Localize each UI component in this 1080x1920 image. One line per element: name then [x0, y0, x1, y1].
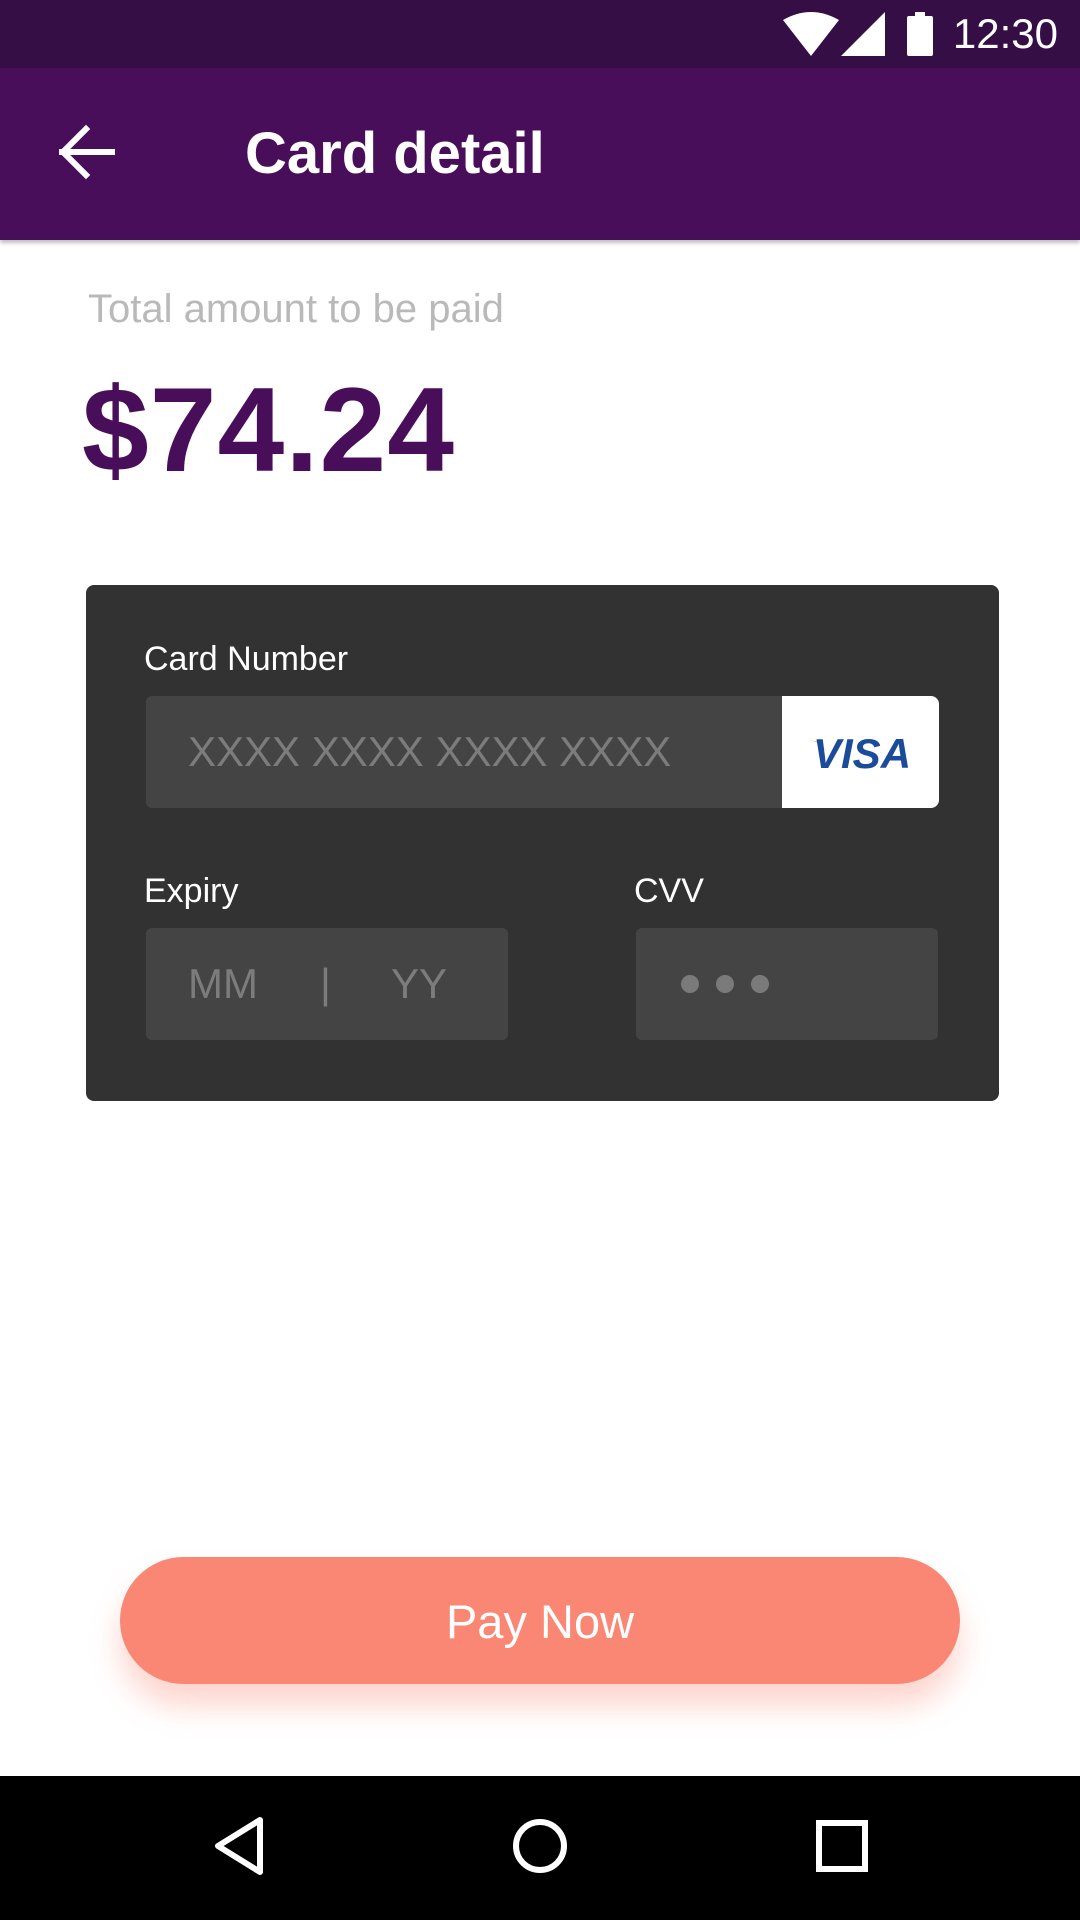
navigation-bar [0, 1776, 1080, 1920]
nav-home-button[interactable] [490, 1798, 590, 1898]
nav-back-button[interactable] [190, 1798, 290, 1898]
card-number-label: Card Number [144, 640, 349, 678]
nav-home-icon [512, 1818, 568, 1879]
page-title: Card detail [245, 121, 545, 186]
visa-logo: VISA [782, 696, 939, 808]
app-bar: Card detail [0, 68, 1080, 240]
card-number-input[interactable]: XXXX XXXX XXXX XXXX [146, 696, 782, 808]
expiry-label: Expiry [144, 872, 239, 910]
amount-value: $74.24 [82, 363, 456, 497]
card-brand-text: VISA [813, 730, 911, 774]
cvv-label: CVV [634, 872, 704, 910]
wifi-icon [782, 12, 839, 56]
nav-recents-button[interactable] [792, 1798, 892, 1898]
nav-back-icon [210, 1816, 270, 1881]
cvv-dot [751, 975, 769, 993]
expiry-input[interactable]: MM | YY [146, 928, 508, 1040]
battery-icon [906, 12, 933, 56]
expiry-separator: | [320, 960, 331, 1007]
amount-label: Total amount to be paid [88, 287, 504, 331]
expiry-year-placeholder: YY [391, 960, 448, 1007]
back-button[interactable] [58, 112, 170, 196]
card-number-placeholder: XXXX XXXX XXXX XXXX [188, 728, 672, 775]
arrow-back-icon [58, 123, 116, 186]
pay-now-button[interactable]: Pay Now [120, 1557, 960, 1684]
cvv-dot [716, 975, 734, 993]
status-icons: 12:30 [782, 0, 1058, 68]
status-bar: 12:30 [0, 0, 1080, 68]
cvv-dot [681, 975, 699, 993]
nav-recents-icon [816, 1819, 868, 1877]
cvv-input[interactable] [636, 928, 938, 1040]
status-time: 12:30 [952, 10, 1058, 57]
expiry-month-placeholder: MM [188, 960, 258, 1007]
cell-signal-icon [840, 12, 885, 56]
